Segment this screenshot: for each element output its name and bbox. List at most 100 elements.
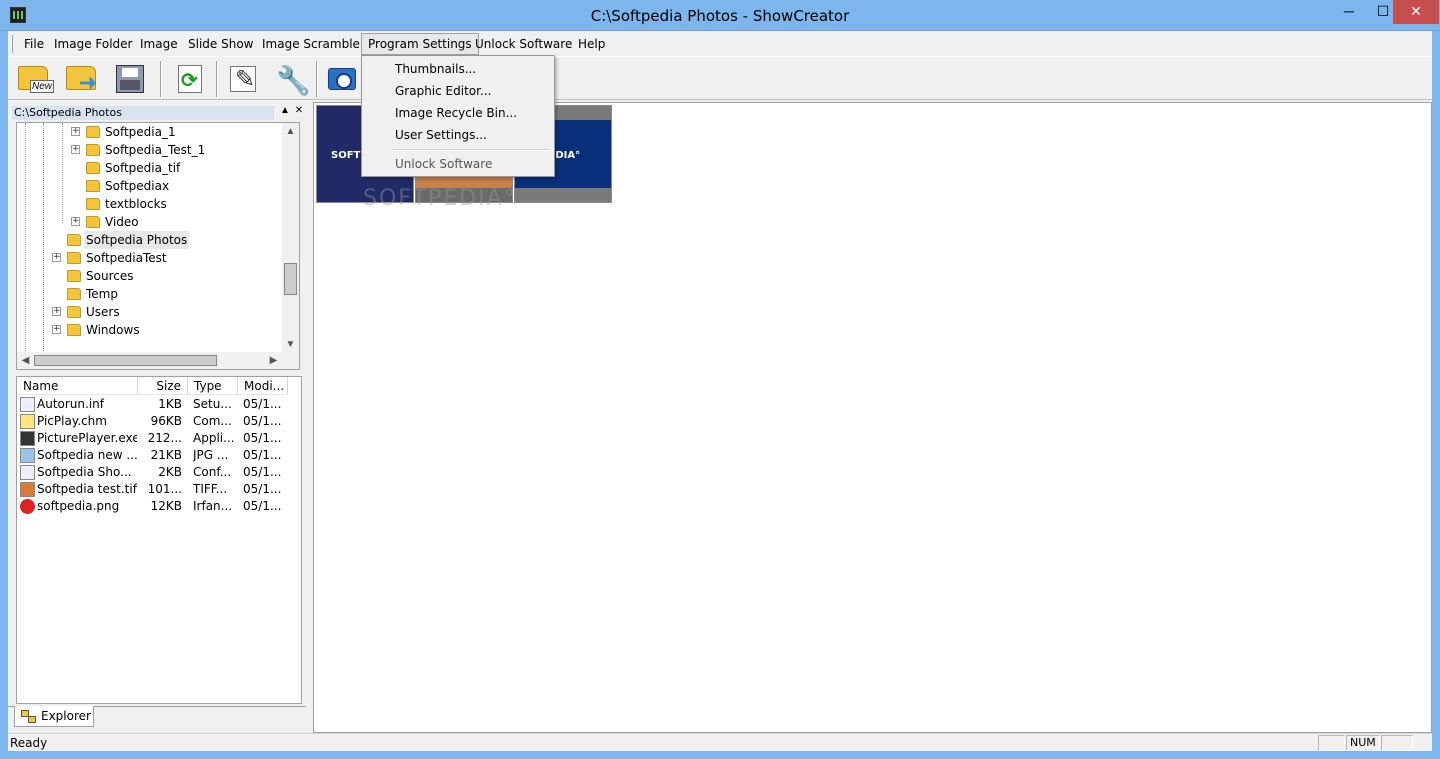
- settings-button[interactable]: 🔧: [268, 60, 312, 98]
- menu-unlock-software[interactable]: Unlock Software: [469, 33, 578, 55]
- status-bar: Ready NUM: [8, 733, 1432, 751]
- menu-bar: File Image Folder Image Slide Show Image…: [8, 33, 1432, 55]
- file-modified: 05/1...: [243, 465, 282, 479]
- tree-item-label: Windows: [86, 323, 140, 337]
- scroll-thumb[interactable]: [34, 355, 217, 366]
- file-type: Com...: [193, 414, 232, 428]
- tree-item-sources[interactable]: Sources: [17, 267, 277, 285]
- file-row[interactable]: Softpedia new ... 21KB JPG ... 05/1...: [17, 447, 301, 464]
- save-button[interactable]: [108, 60, 152, 98]
- file-size: 1KB: [158, 397, 182, 411]
- folder-icon: [86, 162, 100, 174]
- toolbar: New 🔧: [8, 56, 1432, 100]
- expand-icon[interactable]: +: [52, 325, 61, 334]
- column-type[interactable]: Type: [188, 377, 238, 395]
- scroll-left-icon[interactable]: ◀: [17, 352, 34, 369]
- expand-icon[interactable]: +: [71, 145, 80, 154]
- slideshow-button[interactable]: [320, 60, 364, 98]
- tree-item-softpediatest[interactable]: + SoftpediaTest: [17, 249, 277, 267]
- file-name: Softpedia test.tif: [37, 482, 137, 496]
- status-panel-num: NUM: [1346, 735, 1380, 751]
- open-folder-button[interactable]: [60, 60, 104, 98]
- file-name: Softpedia Sho...: [37, 465, 132, 479]
- scroll-thumb[interactable]: [284, 263, 297, 295]
- tree-item-temp[interactable]: Temp: [17, 285, 277, 303]
- file-row[interactable]: softpedia.png 12KB Irfan... 05/1...: [17, 498, 301, 515]
- file-row[interactable]: Softpedia test.tif 101... TIFF... 05/1..…: [17, 481, 301, 498]
- column-modified[interactable]: Modi...: [238, 377, 288, 395]
- file-row[interactable]: Autorun.inf 1KB Setu... 05/1...: [17, 396, 301, 413]
- new-folder-button[interactable]: New: [12, 60, 56, 98]
- help-file-icon: [20, 414, 35, 429]
- watermark: SOFTPEDIA°: [363, 186, 517, 211]
- menu-item-graphic-editor[interactable]: Graphic Editor...: [362, 80, 554, 102]
- expand-icon[interactable]: +: [71, 217, 80, 226]
- tree-item-softpediax[interactable]: Softpediax: [17, 177, 277, 195]
- column-name[interactable]: Name: [17, 377, 138, 395]
- png-image-icon: [20, 499, 35, 514]
- film-app-icon: [20, 431, 35, 446]
- menu-program-settings[interactable]: Program Settings: [361, 33, 479, 55]
- menu-item-image-recycle-bin[interactable]: Image Recycle Bin...: [362, 102, 554, 124]
- file-modified: 05/1...: [243, 448, 282, 462]
- tree-item-softpedia-photos[interactable]: Softpedia Photos: [17, 231, 277, 249]
- file-size: 212...: [147, 431, 182, 445]
- scroll-right-icon[interactable]: ▶: [265, 352, 282, 369]
- expand-icon[interactable]: +: [71, 127, 80, 136]
- folder-icon: [86, 126, 100, 138]
- scroll-down-icon[interactable]: ▼: [282, 336, 299, 353]
- folder-icon: [86, 180, 100, 192]
- column-size[interactable]: Size: [138, 377, 188, 395]
- file-modified: 05/1...: [243, 397, 282, 411]
- tree-horizontal-scrollbar[interactable]: ◀ ▶: [17, 352, 299, 369]
- tree-item-label: Softpedia_1: [105, 125, 176, 139]
- tif-image-icon: [20, 482, 35, 497]
- tree-item-textblocks[interactable]: textblocks: [17, 195, 277, 213]
- folder-icon: [67, 288, 81, 300]
- file-row[interactable]: Softpedia Sho... 2KB Conf... 05/1...: [17, 464, 301, 481]
- client-area: File Image Folder Image Slide Show Image…: [8, 31, 1432, 751]
- folder-tree: + Softpedia_1 + Softpedia_Test_1 Softped…: [16, 122, 300, 370]
- menu-slide-show[interactable]: Slide Show: [182, 33, 259, 55]
- tree-item-label: Softpediax: [105, 179, 170, 193]
- tree-item-softpedia-tif[interactable]: Softpedia_tif: [17, 159, 277, 177]
- tree-item-softpedia-1[interactable]: + Softpedia_1: [17, 123, 277, 141]
- pane-close-icon[interactable]: ✕: [292, 105, 306, 116]
- folder-path-header: C:\Softpedia Photos: [12, 106, 274, 120]
- refresh-icon: [178, 65, 202, 93]
- expand-icon[interactable]: +: [52, 307, 61, 316]
- tree-vertical-scrollbar[interactable]: ▲ ▼: [282, 123, 299, 353]
- pane-pin-icon[interactable]: ▲: [278, 105, 292, 116]
- tree-item-windows[interactable]: + Windows: [17, 321, 277, 339]
- file-row[interactable]: PicPlay.chm 96KB Com... 05/1...: [17, 413, 301, 430]
- menu-item-user-settings[interactable]: User Settings...: [362, 124, 554, 146]
- menu-help[interactable]: Help: [572, 33, 611, 55]
- refresh-button[interactable]: [168, 60, 212, 98]
- tree-item-label: Sources: [86, 269, 134, 283]
- scroll-up-icon[interactable]: ▲: [282, 123, 299, 140]
- menu-item-unlock-software[interactable]: Unlock Software: [362, 153, 554, 175]
- expand-icon[interactable]: +: [52, 253, 61, 262]
- menu-file[interactable]: File: [18, 33, 50, 55]
- menu-image[interactable]: Image: [134, 33, 184, 55]
- tree-item-users[interactable]: + Users: [17, 303, 277, 321]
- file-list: Name Size Type Modi... Autorun.inf 1KB S…: [16, 376, 302, 704]
- jpg-image-icon: [20, 448, 35, 463]
- tree-item-video[interactable]: + Video: [17, 213, 277, 231]
- folder-icon: [86, 144, 100, 156]
- menu-item-thumbnails[interactable]: Thumbnails...: [362, 58, 554, 80]
- menu-separator: [392, 149, 550, 151]
- status-panel-caps: [1318, 735, 1345, 751]
- menu-image-scrambler[interactable]: Image Scrambler: [256, 33, 371, 55]
- close-button[interactable]: ✕: [1393, 0, 1439, 24]
- folder-icon: [86, 198, 100, 210]
- program-settings-menu: Thumbnails... Graphic Editor... Image Re…: [361, 55, 555, 177]
- edit-button[interactable]: [222, 60, 266, 98]
- tab-explorer[interactable]: Explorer: [14, 706, 94, 727]
- menu-grip: [11, 35, 13, 53]
- file-modified: 05/1...: [243, 482, 282, 496]
- file-row[interactable]: PicturePlayer.exe 212... Appli... 05/1..…: [17, 430, 301, 447]
- camera-slideshow-icon: [328, 68, 356, 90]
- tree-item-softpedia-test-1[interactable]: + Softpedia_Test_1: [17, 141, 277, 159]
- menu-image-folder[interactable]: Image Folder: [48, 33, 138, 55]
